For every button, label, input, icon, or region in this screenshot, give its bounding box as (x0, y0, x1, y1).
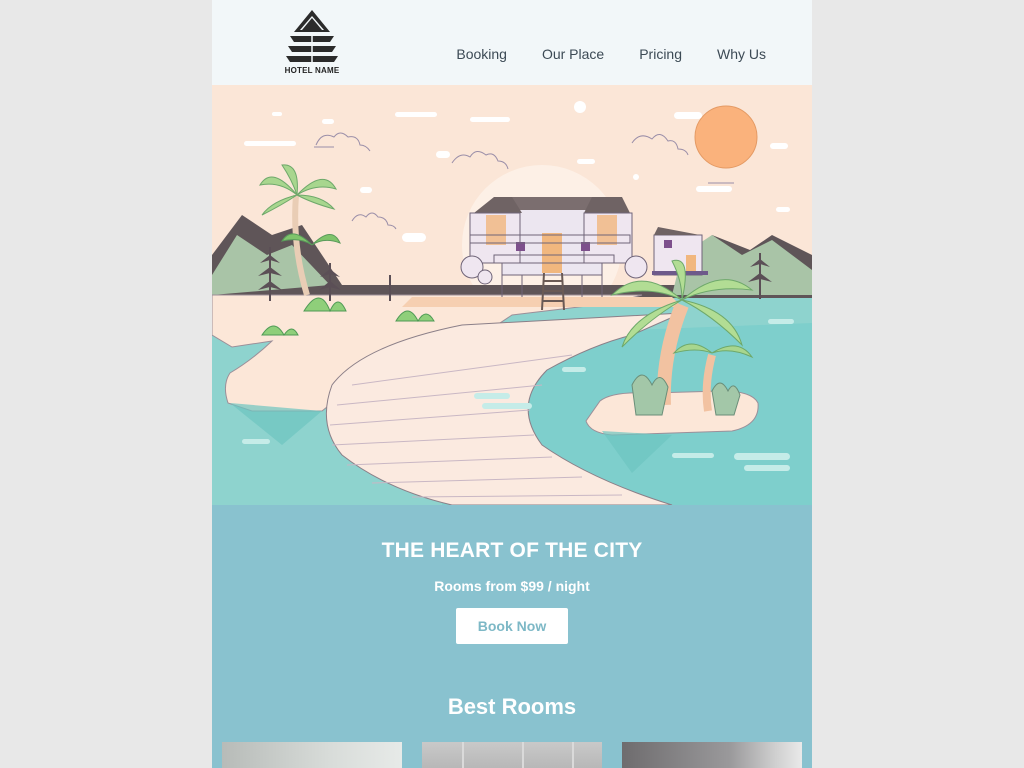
best-rooms-title: Best Rooms (447, 694, 577, 719)
room-image-2[interactable] (422, 742, 602, 768)
nav-item-booking[interactable]: Booking (456, 45, 507, 63)
book-now-button[interactable]: Book Now (456, 608, 568, 644)
hero-illustration (212, 85, 812, 505)
nav-item-why-us[interactable]: Why Us (717, 45, 766, 63)
room-image-1[interactable] (222, 742, 402, 768)
room-image-detail (462, 742, 464, 768)
promo-title: THE HEART OF THE CITY (381, 539, 643, 562)
room-image-detail (522, 742, 524, 768)
nav-item-our-place[interactable]: Our Place (542, 45, 604, 63)
promo-subtitle: Rooms from $99 / night (434, 578, 590, 594)
promo-section: THE HEART OF THE CITY Rooms from $99 / n… (212, 505, 812, 644)
header: HOTEL NAME Booking Our Place Pricing Why… (212, 0, 812, 85)
nav-item-pricing[interactable]: Pricing (639, 45, 682, 63)
logo-text: HOTEL NAME (284, 66, 340, 75)
room-image-3[interactable] (622, 742, 802, 768)
room-image-detail (572, 742, 574, 768)
email-page: HOTEL NAME Booking Our Place Pricing Why… (212, 0, 812, 768)
main-nav: Booking Our Place Pricing Why Us (456, 45, 766, 63)
logo-pyramid-icon (286, 10, 338, 64)
hotel-logo[interactable]: HOTEL NAME (282, 8, 342, 78)
